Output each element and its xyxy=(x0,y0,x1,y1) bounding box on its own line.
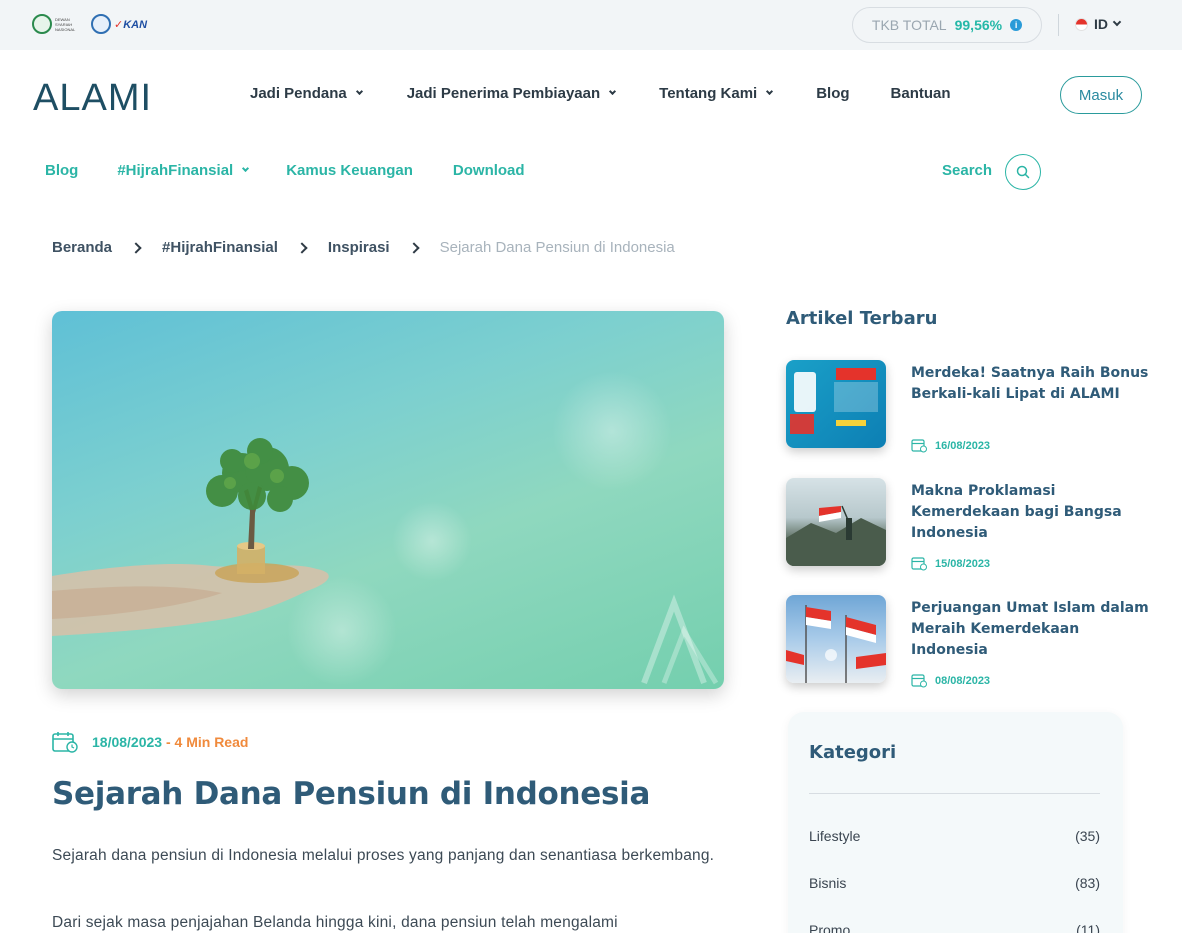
chevron-down-icon xyxy=(766,87,774,96)
article-title-link[interactable]: Merdeka! Saatnya Raih Bonus Berkali-kali… xyxy=(911,363,1151,405)
breadcrumb-beranda[interactable]: Beranda xyxy=(52,239,112,256)
tkb-value: 99,56% xyxy=(954,17,1003,33)
tkb-total-badge[interactable]: TKB TOTAL 99,56% i xyxy=(852,7,1042,43)
language-label: ID xyxy=(1094,16,1108,32)
article-date: 15/08/2023 xyxy=(911,556,990,571)
subnav-label: #HijrahFinansial xyxy=(117,162,234,179)
article-date: 08/08/2023 xyxy=(911,673,990,688)
subnav-item-download[interactable]: Download xyxy=(453,162,525,179)
article-date-text: 15/08/2023 xyxy=(935,557,991,570)
breadcrumb-hijrahfinansial[interactable]: #HijrahFinansial xyxy=(162,239,278,256)
article-thumbnail xyxy=(786,595,886,683)
calendar-icon xyxy=(911,557,927,571)
category-item-lifestyle[interactable]: Lifestyle (35) xyxy=(809,828,1100,844)
iso-seal-icon xyxy=(91,14,111,34)
category-count: (83) xyxy=(1075,875,1100,891)
category-item-promo[interactable]: Promo (11) xyxy=(809,922,1100,933)
article-title-link[interactable]: Makna Proklamasi Kemerdekaan bagi Bangsa… xyxy=(911,481,1151,544)
chevron-right-icon xyxy=(296,241,308,254)
promo-thumbnail-image xyxy=(790,368,878,434)
blog-subnav: Blog #HijrahFinansial Kamus Keuangan Dow… xyxy=(45,162,525,179)
category-count: (35) xyxy=(1075,828,1100,844)
language-selector[interactable]: ID xyxy=(1075,16,1122,32)
subnav-label: Download xyxy=(452,162,525,179)
article-thumbnail xyxy=(786,478,886,566)
latest-article-item[interactable]: Makna Proklamasi Kemerdekaan bagi Bangsa… xyxy=(786,478,1182,571)
article-hero-image xyxy=(52,311,724,689)
tkb-label: TKB TOTAL xyxy=(871,17,947,33)
search-label[interactable]: Search xyxy=(942,162,992,179)
subnav-label: Kamus Keuangan xyxy=(286,162,413,179)
category-name: Bisnis xyxy=(809,875,847,891)
search-button[interactable] xyxy=(1005,154,1041,190)
category-name: Promo xyxy=(809,922,851,933)
subnav-label: Blog xyxy=(45,162,79,179)
chevron-down-icon xyxy=(609,87,617,96)
alami-logo[interactable]: ALAMI xyxy=(33,77,152,120)
nav-label: Jadi Penerima Pembiayaan xyxy=(406,85,601,102)
certification-logos: DEWAN SYARIAH NASIONAL ✓KAN xyxy=(32,14,147,34)
article-paragraph: Dari sejak masa penjajahan Belanda hingg… xyxy=(52,914,618,931)
chevron-down-icon xyxy=(1112,17,1122,27)
latest-article-item[interactable]: Merdeka! Saatnya Raih Bonus Berkali-kali… xyxy=(786,360,1182,453)
nav-item-tentang-kami[interactable]: Tentang Kami xyxy=(659,85,774,102)
main-nav: Jadi Pendana Jadi Penerima Pembiayaan Te… xyxy=(250,85,951,102)
calendar-icon xyxy=(911,674,927,688)
article-date-text: 08/08/2023 xyxy=(935,674,991,687)
chevron-down-icon xyxy=(242,164,250,173)
article-thumbnail xyxy=(786,360,886,448)
dsn-logo: DEWAN SYARIAH NASIONAL xyxy=(32,14,77,34)
chevron-right-icon xyxy=(407,241,420,254)
flags-thumbnail-image xyxy=(786,605,886,683)
article-title-link[interactable]: Perjuangan Umat Islam dalam Meraih Kemer… xyxy=(911,598,1151,661)
top-utility-bar: DEWAN SYARIAH NASIONAL ✓KAN TKB TOTAL 99… xyxy=(0,0,1182,50)
article-date: 18/08/2023 xyxy=(92,734,163,750)
nav-label: Blog xyxy=(816,85,850,102)
article-date: 16/08/2023 xyxy=(911,438,990,453)
nav-label: Bantuan xyxy=(890,85,951,102)
article-paragraph: Sejarah dana pensiun di Indonesia melalu… xyxy=(52,847,715,864)
dsn-logo-text: DEWAN SYARIAH NASIONAL xyxy=(55,16,76,32)
nav-item-bantuan[interactable]: Bantuan xyxy=(891,85,951,102)
subnav-item-blog[interactable]: Blog xyxy=(45,162,78,179)
article-meta: 18/08/2023 - 4 Min Read xyxy=(52,731,248,753)
divider xyxy=(809,793,1100,794)
latest-article-item[interactable]: Perjuangan Umat Islam dalam Meraih Kemer… xyxy=(786,595,1182,688)
nav-item-jadi-pendana[interactable]: Jadi Pendana xyxy=(250,85,363,102)
info-icon[interactable]: i xyxy=(1010,19,1023,31)
login-button[interactable]: Masuk xyxy=(1060,76,1142,114)
category-name: Lifestyle xyxy=(809,828,861,844)
read-time: 4 Min Read xyxy=(174,734,249,750)
calendar-icon xyxy=(52,732,78,753)
nav-item-blog[interactable]: Blog xyxy=(816,85,849,102)
subnav-item-hijrahfinansial[interactable]: #HijrahFinansial xyxy=(117,162,250,179)
category-panel: Kategori Lifestyle (35) Bisnis (83) Prom… xyxy=(788,712,1123,933)
calendar-icon xyxy=(911,439,927,453)
tree-in-hands-illustration xyxy=(52,371,719,686)
breadcrumb: Beranda #HijrahFinansial Inspirasi Sejar… xyxy=(52,239,675,256)
category-title: Kategori xyxy=(809,742,897,763)
logo-text: ALAMI xyxy=(33,77,153,119)
chevron-right-icon xyxy=(130,241,142,254)
breadcrumb-current: Sejarah Dana Pensiun di Indonesia xyxy=(439,239,675,256)
search-icon xyxy=(1016,165,1030,179)
category-count: (11) xyxy=(1076,922,1100,933)
nav-item-jadi-penerima-pembiayaan[interactable]: Jadi Penerima Pembiayaan xyxy=(406,85,617,102)
nav-label: Jadi Pendana xyxy=(250,85,347,102)
indonesia-flag-icon xyxy=(1075,17,1088,31)
kan-logo: ✓KAN xyxy=(91,14,147,34)
category-item-bisnis[interactable]: Bisnis (83) xyxy=(809,875,1100,891)
article-date-text: 16/08/2023 xyxy=(935,439,991,452)
kan-text: ✓KAN xyxy=(114,18,148,31)
mountain-flag-thumbnail-image xyxy=(786,505,886,566)
subnav-item-kamus-keuangan[interactable]: Kamus Keuangan xyxy=(286,162,413,179)
dsn-seal-icon xyxy=(32,14,52,34)
article-title: Sejarah Dana Pensiun di Indonesia xyxy=(52,776,651,812)
breadcrumb-inspirasi[interactable]: Inspirasi xyxy=(328,239,390,256)
meta-separator: - xyxy=(162,734,175,750)
divider xyxy=(1058,14,1059,36)
latest-articles-title: Artikel Terbaru xyxy=(786,308,938,329)
chevron-down-icon xyxy=(355,87,363,96)
nav-label: Tentang Kami xyxy=(659,85,758,102)
